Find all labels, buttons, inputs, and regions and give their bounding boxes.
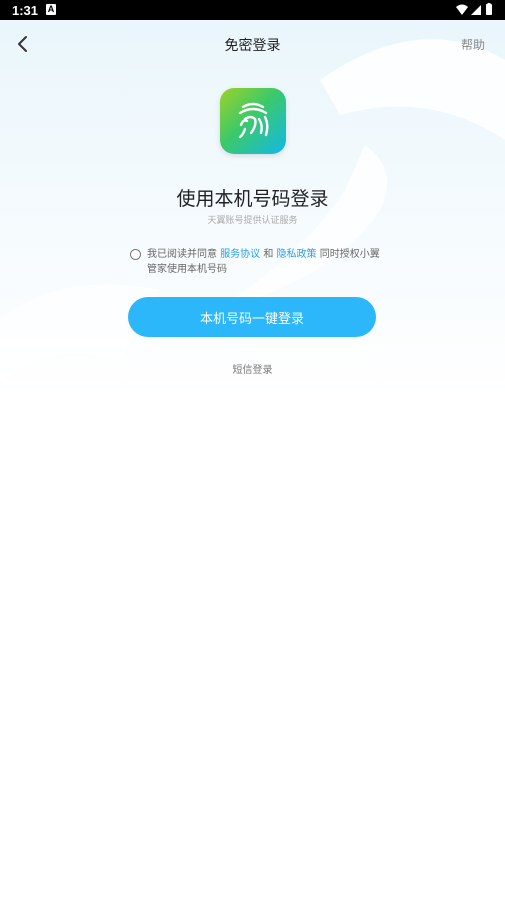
service-agreement-link[interactable]: 服务协议 [220,249,260,260]
app-logo [220,88,286,154]
nav-bar: 免密登录 帮助 [0,20,505,68]
agreement-and: 和 [260,249,277,260]
auth-provider-subtitle: 天翼账号提供认证服务 [207,216,298,226]
page-title: 免密登录 [224,38,281,54]
status-time: 1:31 [12,3,39,18]
agreement-text: 我已阅读并同意 服务协议 和 隐私政策 同时授权小翼管家使用本机号码 [147,247,380,277]
agreement-prefix: 我已阅读并同意 [147,249,221,260]
wifi-icon [456,4,468,15]
privacy-policy-link[interactable]: 隐私政策 [277,249,317,260]
fingerprint-app-icon [238,102,269,139]
status-bar: 1:31 A [0,0,505,20]
login-screen: 1:31 A 免密登录 帮助 使用本机号码登录 天翼账号提供认证服务 我已阅读并… [0,0,505,899]
status-icons [456,3,492,15]
battery-icon [486,3,492,15]
help-link[interactable]: 帮助 [461,36,485,53]
one-click-login-button[interactable]: 本机号码一键登录 [128,297,376,337]
agreement-section: 我已阅读并同意 服务协议 和 隐私政策 同时授权小翼管家使用本机号码 [130,247,380,277]
agreement-radio[interactable] [130,249,141,260]
main-title: 使用本机号码登录 [176,188,329,210]
sms-login-link[interactable]: 短信登录 [0,361,505,376]
notification-a-icon: A [46,4,56,15]
signal-icon [471,5,481,15]
